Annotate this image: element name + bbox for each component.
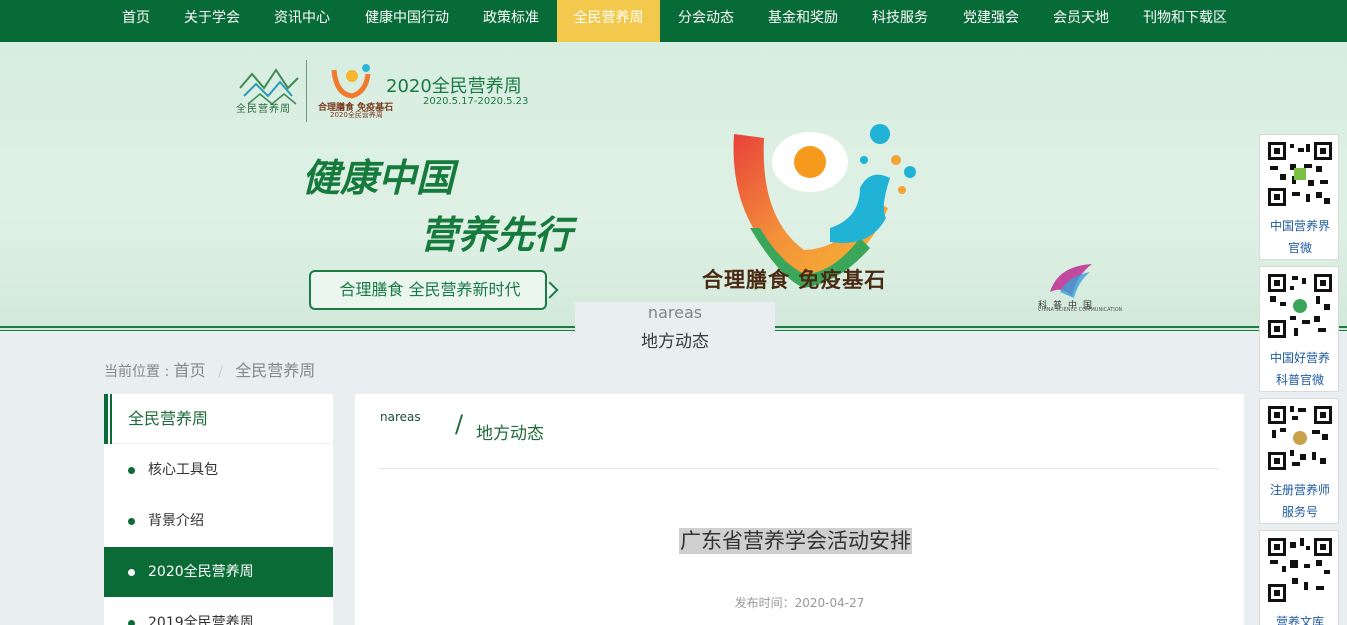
qr-card-nutrition-library[interactable]: 营养文库 xyxy=(1259,530,1339,625)
slogan-line1: 健康中国 xyxy=(302,156,455,200)
slogan-line2: 营养先行 xyxy=(420,213,573,257)
sidebar-title: 全民营养周 xyxy=(128,409,209,428)
bullet-icon xyxy=(128,467,135,474)
nav-item-home[interactable]: 首页 xyxy=(112,0,160,36)
logo-left-caption: 全民营养周 xyxy=(236,104,291,115)
qr-card-official-weibo[interactable]: 中国营养界 官微 xyxy=(1259,134,1339,260)
section-label-cn: 地方动态 xyxy=(476,424,544,444)
science-popularization-logo-icon xyxy=(1050,264,1092,298)
qr-card-science-weibo[interactable]: 中国好营养 科普官微 xyxy=(1259,266,1339,392)
qr-code-icon xyxy=(1266,404,1334,472)
qr-card-dietitian-service[interactable]: 注册营养师 服务号 xyxy=(1259,398,1339,524)
hero-banner: 全民营养周 合理膳食 免疫基石 2020全民营养周 2020全民营养周 2020… xyxy=(0,42,1347,331)
bullet-icon xyxy=(128,518,135,525)
nav-item-about[interactable]: 关于学会 xyxy=(176,0,248,36)
nav-item-downloads[interactable]: 刊物和下载区 xyxy=(1135,0,1235,36)
sidebar-item-label: 2020全民营养周 xyxy=(148,564,254,580)
sidebar: 全民营养周 核心工具包 背景介绍 2020全民营养周 2019全民营养周 xyxy=(104,394,333,625)
qr-label-line1: 中国好营养 xyxy=(1269,351,1330,365)
article-date-label: 发布时间： xyxy=(734,596,795,610)
top-navigation: 首页 关于学会 资讯中心 健康中国行动 政策标准 全民营养周 分会动态 基金和奖… xyxy=(0,0,1347,42)
section-tab-cn: 地方动态 xyxy=(641,332,709,352)
qr-label-line1: 营养文库 xyxy=(1275,615,1324,625)
sidebar-item-2019-week[interactable]: 2019全民营养周 xyxy=(104,598,333,625)
section-tab-en: nareas xyxy=(647,303,703,322)
nav-item-members[interactable]: 会员天地 xyxy=(1045,0,1117,36)
breadcrumb-separator: / xyxy=(218,364,223,380)
sidebar-item-background[interactable]: 背景介绍 xyxy=(104,496,333,546)
nutrition-week-logo-icon xyxy=(331,64,371,99)
breadcrumb-current[interactable]: 全民营养周 xyxy=(235,361,315,380)
qr-label-line2: 服务号 xyxy=(1281,505,1318,519)
nav-item-party[interactable]: 党建强会 xyxy=(955,0,1027,36)
sidebar-header-accent xyxy=(104,394,108,444)
speech-bubble-text: 合理膳食 全民营养新时代 xyxy=(339,280,521,299)
section-label-en: nareas xyxy=(380,410,421,424)
qr-code-icon xyxy=(1266,272,1334,340)
sidebar-item-label: 背景介绍 xyxy=(148,513,204,529)
sidebar-item-label: 2019全民营养周 xyxy=(148,615,254,625)
qr-label-line1: 中国营养界 xyxy=(1269,219,1330,233)
nav-item-branches[interactable]: 分会动态 xyxy=(670,0,742,36)
nav-item-nutrition-week[interactable]: 全民营养周 xyxy=(557,0,660,42)
sidebar-header-accent-thin xyxy=(110,394,112,444)
sidebar-item-toolkit[interactable]: 核心工具包 xyxy=(104,445,333,495)
sidebar-item-2020-week[interactable]: 2020全民营养周 xyxy=(104,547,333,597)
science-logo-subcaption: CHINA SCIENCE COMMUNICATION xyxy=(1038,307,1123,313)
week-dates: 2020.5.17-2020.5.23 xyxy=(423,96,529,107)
week-title: 2020全民营养周 xyxy=(386,76,522,97)
sidebar-header: 全民营养周 xyxy=(104,394,333,444)
qr-label-line1: 注册营养师 xyxy=(1269,483,1330,497)
qr-code-icon xyxy=(1266,140,1334,208)
breadcrumb-label: 当前位置 : xyxy=(104,364,170,380)
article-panel: nareas / 地方动态 广东省营养学会活动安排 发布时间：2020-04-2… xyxy=(355,394,1244,625)
article-date: 发布时间：2020-04-27 xyxy=(355,594,1244,611)
nav-item-policy[interactable]: 政策标准 xyxy=(474,0,548,36)
sidebar-item-label: 核心工具包 xyxy=(148,462,218,478)
section-slash: / xyxy=(455,410,464,438)
nav-item-healthy-china[interactable]: 健康中国行动 xyxy=(358,0,456,36)
nav-item-funds[interactable]: 基金和奖励 xyxy=(760,0,846,36)
logo-week-sub: 2020全民营养周 xyxy=(330,111,383,119)
qr-code-icon xyxy=(1266,536,1334,604)
logo-divider xyxy=(306,60,307,122)
section-divider xyxy=(380,468,1219,469)
nav-item-news[interactable]: 资讯中心 xyxy=(266,0,338,36)
qr-label-line2: 科普官微 xyxy=(1275,373,1324,387)
bullet-icon xyxy=(128,569,135,576)
breadcrumb-home[interactable]: 首页 xyxy=(174,361,206,380)
breadcrumb: 当前位置 : 首页 / 全民营养周 xyxy=(104,357,315,381)
qr-label-line2: 官微 xyxy=(1287,241,1312,255)
article-date-value: 2020-04-27 xyxy=(794,596,865,610)
speech-bubble: 合理膳食 全民营养新时代 xyxy=(309,270,547,310)
nav-item-tech[interactable]: 科技服务 xyxy=(864,0,936,36)
article-title: 广东省营养学会活动安排 xyxy=(679,528,912,554)
emblem-caption: 合理膳食 免疫基石 xyxy=(702,268,887,292)
bullet-icon xyxy=(128,620,135,625)
